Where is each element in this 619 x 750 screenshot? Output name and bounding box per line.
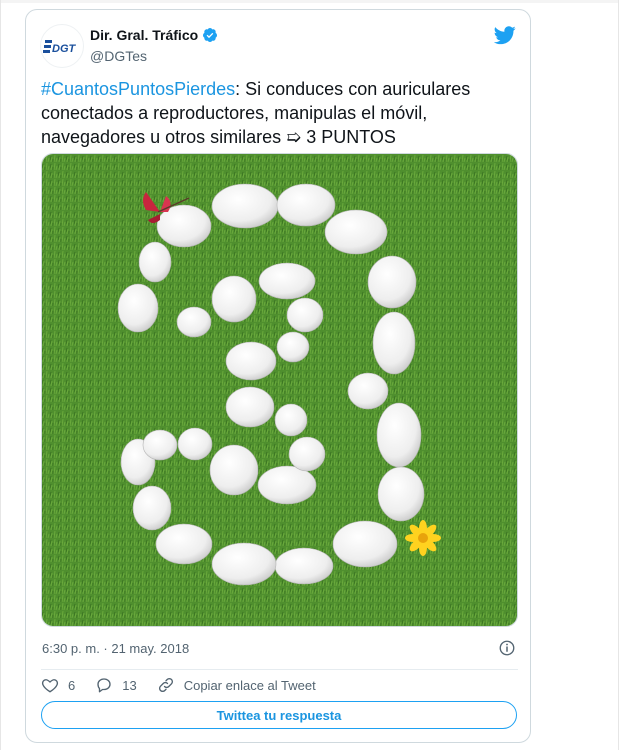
- window-edge-left: [0, 0, 1, 750]
- dgt-logo: DGT: [43, 40, 77, 55]
- copy-link-action[interactable]: Copiar enlace al Tweet: [157, 676, 316, 694]
- reply-count: 13: [122, 677, 137, 693]
- author-name[interactable]: Dir. Gral. Tráfico: [90, 27, 198, 43]
- flower-icon: [405, 520, 441, 556]
- reply-action[interactable]: 13: [95, 676, 137, 694]
- like-action[interactable]: 6: [41, 676, 75, 694]
- window-edge-top: [0, 0, 619, 3]
- tweet-timestamp[interactable]: 6:30 p. m. · 21 may. 2018: [42, 641, 189, 656]
- like-count: 6: [68, 677, 76, 693]
- divider: [41, 669, 518, 670]
- twitter-bird-icon[interactable]: [494, 24, 516, 46]
- reply-icon: [97, 678, 111, 693]
- author-handle[interactable]: @DGTes: [90, 48, 218, 64]
- author-block[interactable]: Dir. Gral. Tráfico @DGTes: [90, 26, 218, 64]
- svg-text:DGT: DGT: [52, 43, 77, 55]
- info-icon[interactable]: [498, 639, 516, 657]
- grass-stones-number-3-image: [42, 154, 517, 626]
- heart-icon: [41, 679, 59, 693]
- copy-link-label: Copiar enlace al Tweet: [183, 677, 316, 693]
- reply-tweet-button[interactable]: Twittea tu respuesta: [41, 701, 517, 729]
- hashtag-link[interactable]: #CuantosPuntosPierdes: [41, 79, 235, 99]
- avatar[interactable]: DGT: [40, 24, 84, 68]
- tweet-text: #CuantosPuntosPierdes: Si conduces con a…: [41, 77, 511, 149]
- link-icon: [158, 677, 173, 693]
- tweet-meta-row: 6:30 p. m. · 21 may. 2018: [42, 638, 516, 658]
- verified-icon: [203, 28, 218, 42]
- tweet-card[interactable]: DGT Dir. Gral. Tráfico @DGTes #CuantosPu…: [25, 9, 531, 743]
- tweet-actions: 6 13 Copiar enlace al Tweet: [41, 673, 336, 697]
- tweet-image[interactable]: [41, 153, 518, 627]
